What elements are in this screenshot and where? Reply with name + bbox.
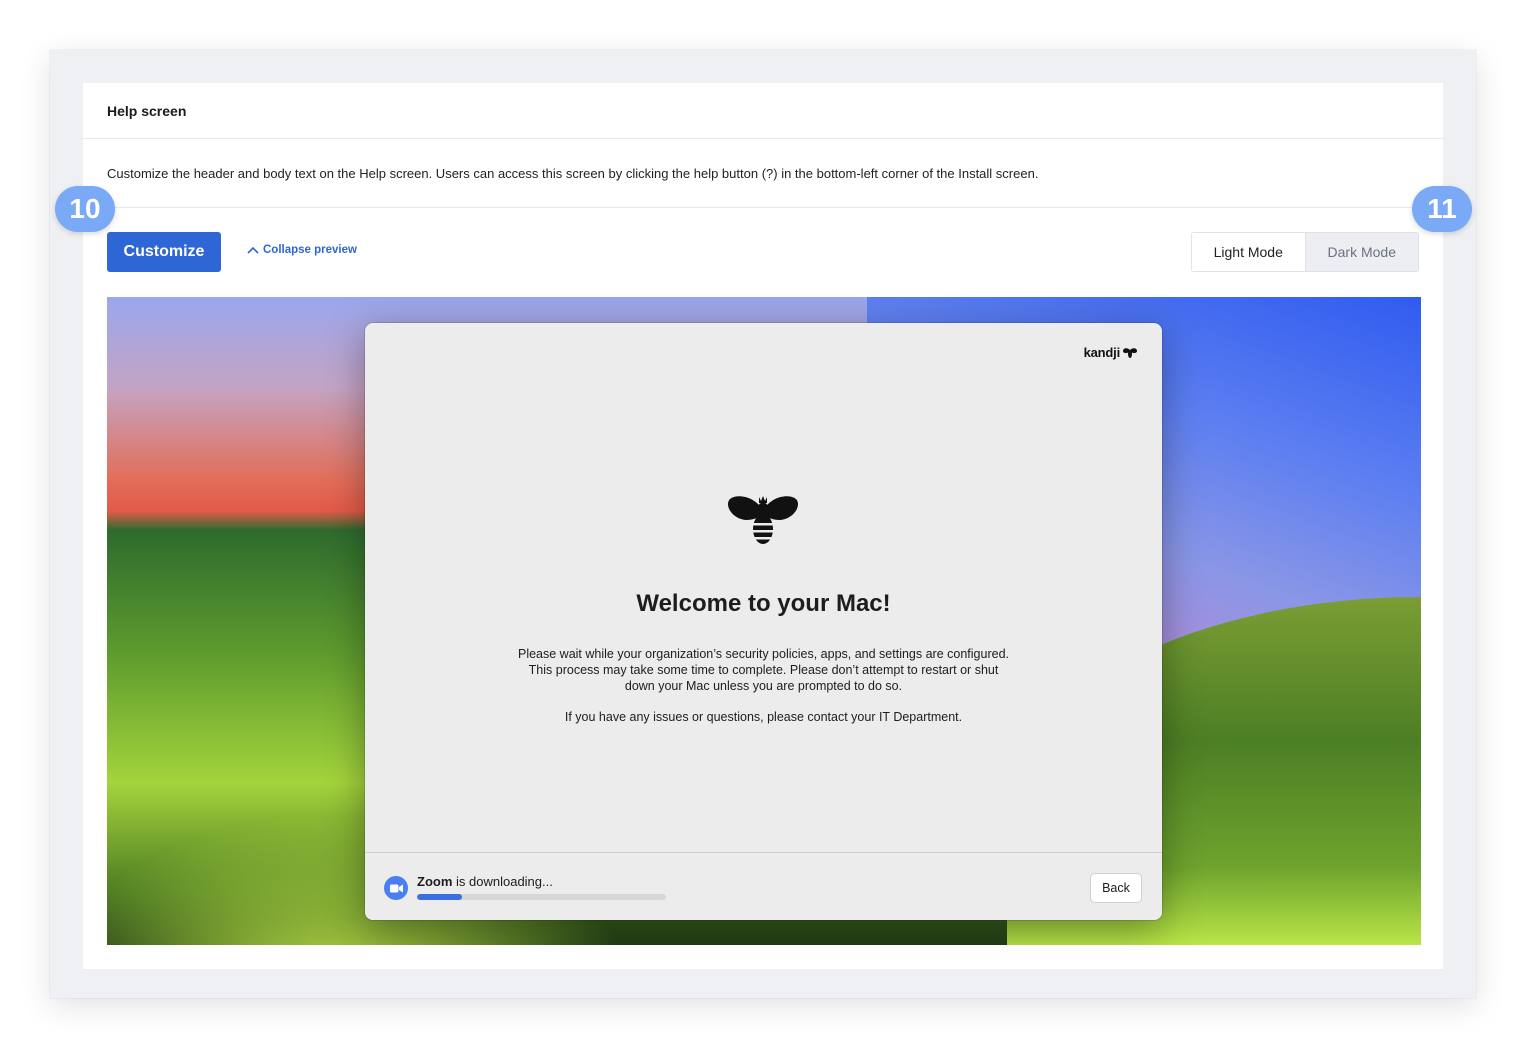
zoom-app-icon [384,876,408,900]
callout-badge-10: 10 [55,186,115,232]
card-title: Help screen [83,83,1443,139]
help-screen-card: Help screen Customize the header and bod… [83,83,1443,969]
callout-badge-11: 11 [1412,186,1472,232]
app-frame: Help screen Customize the header and bod… [50,50,1476,998]
collapse-preview-link[interactable]: Collapse preview [247,244,357,256]
mode-toggle: Light Mode Dark Mode [1191,232,1419,272]
kandji-logo: kandji [1084,345,1138,360]
download-progress-bar [417,894,666,900]
welcome-body: Please wait while your organization’s se… [517,647,1009,693]
toolbar: Customize Collapse preview Light Mode Da… [107,232,1419,272]
dark-mode-button[interactable]: Dark Mode [1306,233,1419,271]
collapse-preview-label: Collapse preview [263,244,357,256]
download-status-text: is downloading... [456,874,553,889]
card-description: Customize the header and body text on th… [83,139,1443,208]
download-app-name: Zoom [417,874,453,889]
contact-text: If you have any issues or questions, ple… [564,710,963,724]
brand-name: kandji [1083,345,1121,360]
light-mode-button[interactable]: Light Mode [1192,233,1306,271]
back-button[interactable]: Back [1090,873,1142,903]
dialog-footer: Zoom is downloading... Back [365,852,1162,920]
bee-logo-icon [1123,347,1137,358]
video-camera-icon [389,884,403,892]
bee-icon [727,496,799,544]
preview-area: kandji Welcome to your Mac! Please wait … [107,297,1421,945]
download-progress-fill [417,894,462,900]
welcome-dialog: kandji Welcome to your Mac! Please wait … [365,323,1162,920]
download-status: Zoom is downloading... [417,874,553,889]
welcome-title: Welcome to your Mac! [636,590,891,617]
chevron-up-icon [247,246,259,254]
customize-button[interactable]: Customize [107,232,221,272]
